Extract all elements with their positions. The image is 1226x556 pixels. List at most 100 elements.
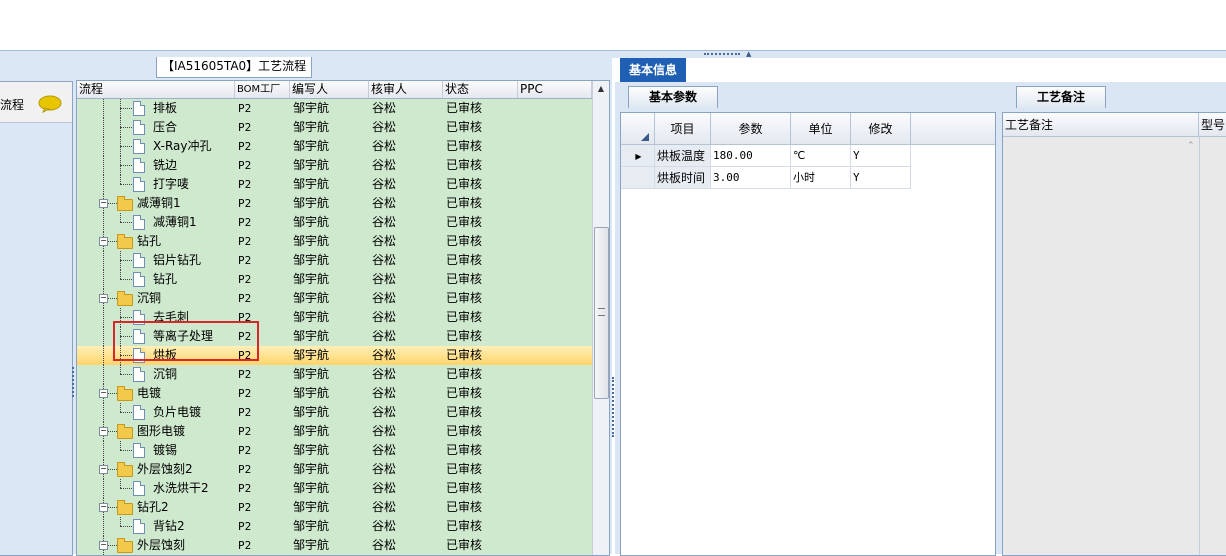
red-highlight-box: [113, 321, 259, 361]
param-col-2-header[interactable]: 单位: [791, 113, 851, 145]
tree-lines: [77, 441, 145, 460]
expander-icon[interactable]: −: [99, 465, 108, 474]
reviewer: 谷松: [372, 386, 397, 400]
row-selector[interactable]: ▶: [621, 145, 655, 167]
bom-factory: P2: [238, 159, 252, 172]
status: 已审核: [446, 462, 483, 476]
splitter-grip[interactable]: [704, 53, 740, 57]
expander-icon[interactable]: −: [99, 427, 108, 436]
tree-row[interactable]: 沉铜 P2 邹宇航 谷松 已审核: [77, 365, 592, 384]
remarks-grid: 工艺备注 型号 ⌃: [1002, 112, 1226, 556]
scroll-up-icon[interactable]: ▲: [593, 81, 609, 97]
expander-icon[interactable]: −: [99, 294, 108, 303]
tree-row[interactable]: 压合 P2 邹宇航 谷松 已审核: [77, 118, 592, 137]
tree-row[interactable]: − 钻孔 P2 邹宇航 谷松 已审核: [77, 232, 592, 251]
step-name: 减薄铜1: [137, 196, 181, 210]
folder-icon: [117, 538, 133, 553]
tree-row[interactable]: − 电镀 P2 邹宇航 谷松 已审核: [77, 384, 592, 403]
splitter-arrow-icon[interactable]: ▲: [746, 51, 751, 58]
reviewer: 谷松: [372, 538, 397, 552]
tree-lines: [77, 365, 145, 384]
tree-lines: [77, 137, 145, 156]
tree-lines: [77, 270, 145, 289]
tab-basic-params[interactable]: 基本参数: [628, 86, 718, 108]
expander-icon[interactable]: −: [99, 389, 108, 398]
model-col-header[interactable]: 型号: [1199, 113, 1226, 137]
tree-row[interactable]: 排板 P2 邹宇航 谷松 已审核: [77, 99, 592, 118]
tree-branch-line: [120, 260, 132, 261]
expander-icon[interactable]: −: [99, 237, 108, 246]
bom-factory: P2: [238, 197, 252, 210]
param-row[interactable]: 烘板时间 3.00 小时 Y: [621, 167, 913, 189]
bom-factory: P2: [238, 254, 252, 267]
tree-row[interactable]: − 钻孔2 P2 邹宇航 谷松 已审核: [77, 498, 592, 517]
col-ppc-header[interactable]: PPC: [518, 81, 592, 98]
chat-bubble-icon[interactable]: [38, 95, 62, 113]
tree-row[interactable]: 打字唛 P2 邹宇航 谷松 已审核: [77, 175, 592, 194]
param-col-0-header[interactable]: 项目: [655, 113, 711, 145]
folder-icon: [117, 386, 133, 401]
document-icon: [133, 253, 145, 268]
expander-icon[interactable]: −: [99, 541, 108, 550]
status: 已审核: [446, 253, 483, 267]
tree-row[interactable]: 背钻2 P2 邹宇航 谷松 已审核: [77, 517, 592, 536]
reviewer: 谷松: [372, 500, 397, 514]
reviewer: 谷松: [372, 158, 397, 172]
scroll-thumb[interactable]: [594, 227, 609, 399]
status: 已审核: [446, 538, 483, 552]
reviewer: 谷松: [372, 443, 397, 457]
tree-row[interactable]: 镀锡 P2 邹宇航 谷松 已审核: [77, 441, 592, 460]
tree-row[interactable]: X-Ray冲孔 P2 邹宇航 谷松 已审核: [77, 137, 592, 156]
tree-row[interactable]: 钻孔 P2 邹宇航 谷松 已审核: [77, 270, 592, 289]
status: 已审核: [446, 367, 483, 381]
col-bom-header[interactable]: BOM工厂: [235, 81, 290, 98]
tree-trunk-line: [103, 441, 104, 460]
tree-row[interactable]: 水洗烘干2 P2 邹宇航 谷松 已审核: [77, 479, 592, 498]
process-tree-grid: 流程 BOM工厂 编写人 核审人 状态 PPC 排板 P2 邹宇航 谷松 已审核 压合 P2 邹宇航 谷松…: [76, 80, 610, 556]
param-row[interactable]: ▶ 烘板温度 180.00 ℃ Y: [621, 145, 913, 167]
expander-icon[interactable]: −: [99, 503, 108, 512]
tab-process-remarks[interactable]: 工艺备注: [1016, 86, 1106, 108]
document-icon: [133, 101, 145, 116]
col-flow-header[interactable]: 流程: [77, 81, 235, 98]
tree-row[interactable]: 减薄铜1 P2 邹宇航 谷松 已审核: [77, 213, 592, 232]
tree-branch-line: [120, 488, 132, 489]
reviewer: 谷松: [372, 101, 397, 115]
col-status-header[interactable]: 状态: [443, 81, 518, 98]
tree-row[interactable]: − 外层蚀刻 P2 邹宇航 谷松 已审核: [77, 536, 592, 555]
status: 已审核: [446, 519, 483, 533]
param-modify[interactable]: Y: [851, 167, 911, 189]
param-col-1-header[interactable]: 参数: [711, 113, 791, 145]
tree-header: 流程 BOM工厂 编写人 核审人 状态 PPC: [77, 81, 592, 99]
col-writer-header[interactable]: 编写人: [290, 81, 369, 98]
reviewer: 谷松: [372, 139, 397, 153]
tree-row[interactable]: − 沉铜 P2 邹宇航 谷松 已审核: [77, 289, 592, 308]
param-modify[interactable]: Y: [851, 145, 911, 167]
tree-row[interactable]: − 外层蚀刻2 P2 邹宇航 谷松 已审核: [77, 460, 592, 479]
expander-icon[interactable]: −: [99, 199, 108, 208]
remarks-col-header[interactable]: 工艺备注: [1003, 113, 1199, 137]
col-reviewer-header[interactable]: 核审人: [369, 81, 443, 98]
param-item: 烘板时间: [655, 167, 711, 189]
param-unit[interactable]: 小时: [791, 167, 851, 189]
tree-branch-line: [120, 127, 132, 128]
tree-scrollbar[interactable]: ▲: [592, 81, 609, 555]
writer: 邹宇航: [293, 310, 330, 324]
tree-row[interactable]: − 减薄铜1 P2 邹宇航 谷松 已审核: [77, 194, 592, 213]
param-value[interactable]: 3.00: [711, 167, 791, 189]
step-name: 背钻2: [153, 519, 185, 533]
param-value[interactable]: 180.00: [711, 145, 791, 167]
tree-row[interactable]: 铝片钻孔 P2 邹宇航 谷松 已审核: [77, 251, 592, 270]
tree-row[interactable]: 铣边 P2 邹宇航 谷松 已审核: [77, 156, 592, 175]
row-selector[interactable]: [621, 167, 655, 189]
tree-row[interactable]: − 图形电镀 P2 邹宇航 谷松 已审核: [77, 422, 592, 441]
param-col-3-header[interactable]: 修改: [851, 113, 911, 145]
writer: 邹宇航: [293, 120, 330, 134]
top-blank-area: [0, 0, 1226, 50]
status: 已审核: [446, 329, 483, 343]
tree-row[interactable]: 负片电镀 P2 邹宇航 谷松 已审核: [77, 403, 592, 422]
tree-trunk-line: [103, 213, 104, 232]
param-unit[interactable]: ℃: [791, 145, 851, 167]
tab-basic-info[interactable]: 基本信息: [620, 58, 686, 82]
remarks-scroll-up-icon[interactable]: ⌃: [1187, 141, 1195, 151]
